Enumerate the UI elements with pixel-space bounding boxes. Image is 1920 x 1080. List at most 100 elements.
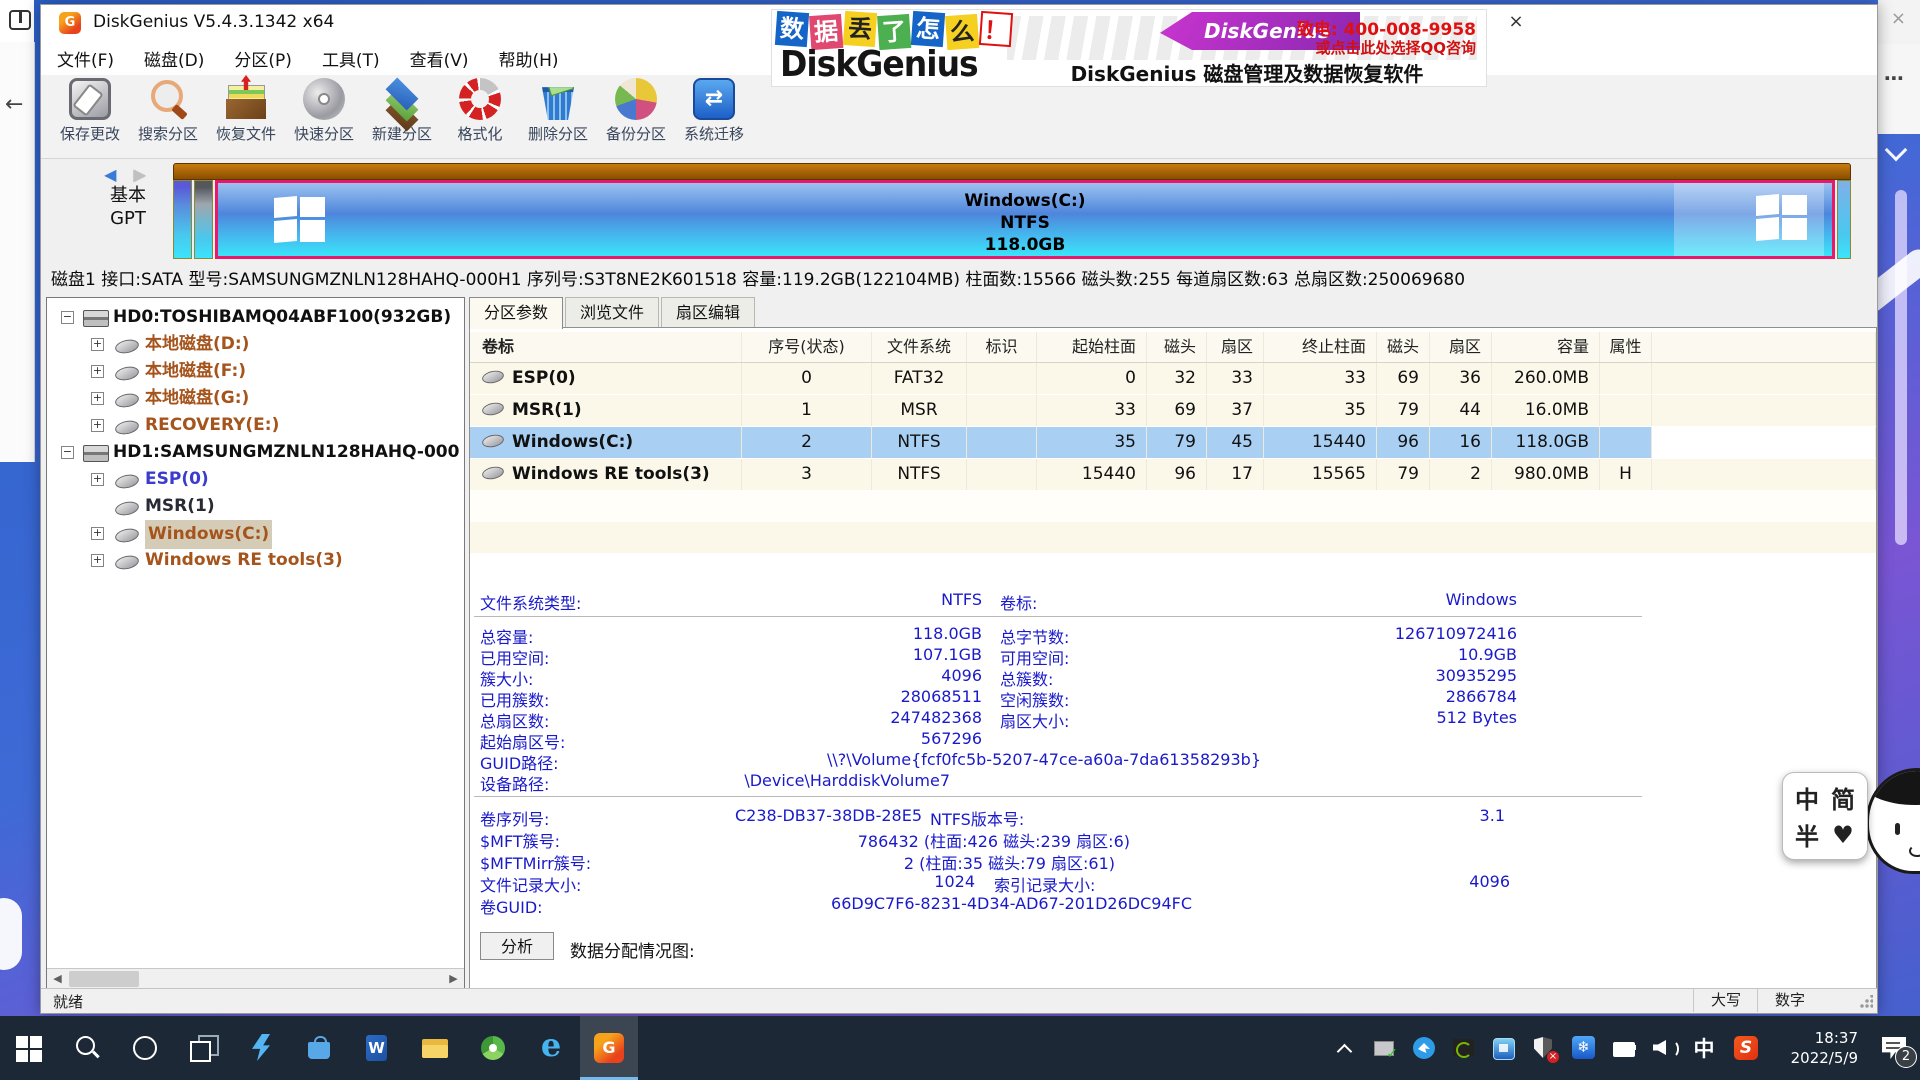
taskbar-item-diskgenius-icon[interactable] <box>580 1016 638 1080</box>
collapse-icon[interactable]: − <box>61 311 74 324</box>
banner-qq-link[interactable]: 或点击此处选择QQ咨询 <box>1315 37 1476 58</box>
taskbar-clock[interactable]: 18:37 2022/5/9 <box>1768 1028 1868 1068</box>
analyze-button[interactable]: 分析 <box>480 932 554 960</box>
partition-block-re-tools[interactable] <box>1837 180 1851 259</box>
action-center-button[interactable]: 2 <box>1868 1016 1920 1080</box>
close-button[interactable]: × <box>1493 5 1539 39</box>
expand-icon[interactable]: + <box>91 392 104 405</box>
toolbar-button-恢复文件[interactable]: 恢复文件 <box>207 78 285 144</box>
taskbar-item-cortana-icon[interactable] <box>116 1016 174 1080</box>
expand-icon[interactable]: + <box>91 473 104 486</box>
partition-block-msr[interactable] <box>194 180 213 259</box>
detail-value: 247482368 <box>480 708 982 727</box>
nvidia-icon <box>1452 1036 1476 1060</box>
background-close-icon[interactable]: × <box>1891 8 1906 29</box>
detail-value: 28068511 <box>480 687 982 706</box>
tray-item-security-shield-icon[interactable] <box>1524 1016 1564 1080</box>
back-arrow-icon[interactable]: ← <box>5 92 23 117</box>
next-disk-icon[interactable]: ▶ <box>134 165 152 184</box>
scroll-left-icon[interactable]: ◀ <box>47 969 68 989</box>
tree-item-label: Windows(C:) <box>145 520 272 549</box>
tree-item-Windows(C:)[interactable]: + Windows(C:) <box>47 520 464 547</box>
tray-item-snowflake-icon[interactable] <box>1564 1016 1604 1080</box>
resize-grip[interactable] <box>1859 995 1873 1009</box>
taskbar-item-file-explorer-icon[interactable] <box>406 1016 464 1080</box>
system-migration-icon <box>693 78 735 120</box>
detail-value: 2 (柱面:35 磁头:79 扇区:61) <box>480 850 1115 874</box>
taskbar-item-browser-360-icon[interactable] <box>464 1016 522 1080</box>
tray-item-intel-graphics-icon[interactable] <box>1484 1016 1524 1080</box>
toolbar-button-系统迁移[interactable]: 系统迁移 <box>675 78 753 144</box>
menu-item[interactable]: 查看(V) <box>410 46 469 71</box>
sogou-tray-item[interactable]: S <box>1724 1016 1768 1080</box>
tree-horizontal-scrollbar[interactable]: ◀ ▶ <box>47 968 464 990</box>
tree-item-本地磁盘(F:)[interactable]: + 本地磁盘(F:) <box>47 358 464 385</box>
toolbar-button-搜索分区[interactable]: 搜索分区 <box>129 78 207 144</box>
disk-icon <box>83 310 109 327</box>
menu-item[interactable]: 工具(T) <box>322 46 380 71</box>
scrollbar-thumb[interactable] <box>69 971 139 987</box>
status-num-label: 数字 <box>1757 989 1822 1012</box>
toolbar-button-新建分区[interactable]: 新建分区 <box>363 78 441 144</box>
detail-value: 4096 <box>994 872 1510 891</box>
tray-item-tray-expand-icon[interactable] <box>1324 1016 1364 1080</box>
expand-icon[interactable]: + <box>91 554 104 567</box>
partition-block-esp[interactable] <box>173 180 192 259</box>
expand-icon[interactable]: + <box>91 338 104 351</box>
partition-block-windows-c[interactable]: Windows(C:) NTFS 118.0GB <box>215 180 1835 259</box>
tray-item-bird-app-icon[interactable] <box>1404 1016 1444 1080</box>
tray-item-printer-icon[interactable] <box>1364 1016 1404 1080</box>
tree-item-本地磁盘(G:)[interactable]: +本地磁盘(G:) <box>47 385 464 412</box>
taskbar-item-search-icon[interactable] <box>58 1016 116 1080</box>
tree-item-label: 本地磁盘(F:) <box>145 358 246 385</box>
tray-item-nvidia-icon[interactable] <box>1444 1016 1484 1080</box>
expand-icon[interactable]: + <box>91 365 104 378</box>
tree-item-HD1:SAMSUNGMZNLN128HAHQ-000[interactable]: −HD1:SAMSUNGMZNLN128HAHQ-000 <box>47 439 464 466</box>
toolbar-button-保存更改[interactable]: 保存更改 <box>51 78 129 144</box>
menu-item[interactable]: 帮助(H) <box>499 46 559 71</box>
background-scrollbar[interactable] <box>1895 190 1907 545</box>
collapse-icon[interactable]: − <box>61 446 74 459</box>
toolbar-button-备份分区[interactable]: 备份分区 <box>597 78 675 144</box>
detail-value: NTFS <box>480 590 982 609</box>
disk-tree: −HD0:TOSHIBAMQ04ABF100(932GB)+本地磁盘(D:)+本… <box>47 298 464 574</box>
taskbar-item-edge-icon[interactable] <box>522 1016 580 1080</box>
taskbar-item-store-icon[interactable] <box>290 1016 348 1080</box>
chevron-down-icon[interactable] <box>1885 139 1908 162</box>
banner-ad[interactable]: 数据丢了怎么！ DiskGenius DiskGenius 致电: 400-00… <box>771 9 1487 87</box>
menu-item[interactable]: 文件(F) <box>57 46 114 71</box>
security-shield-icon <box>1532 1036 1556 1060</box>
diskgenius-window: G DiskGenius V5.4.3.1342 x64 ─ × 文件(F)磁盘… <box>40 4 1878 1014</box>
expand-icon[interactable]: + <box>91 419 104 432</box>
task-view-icon <box>188 1033 218 1063</box>
expand-icon[interactable]: + <box>91 527 104 540</box>
tree-item-本地磁盘(D:)[interactable]: +本地磁盘(D:) <box>47 331 464 358</box>
tree-item-MSR(1)[interactable]: MSR(1) <box>47 493 464 520</box>
taskbar-item-start-icon[interactable] <box>0 1016 58 1080</box>
tray-item-battery-icon[interactable] <box>1604 1016 1644 1080</box>
overflow-dots-icon[interactable]: ⋯ <box>1884 66 1904 90</box>
tab-扇区编辑[interactable]: 扇区编辑 <box>661 297 755 327</box>
tree-item-Windows RE tools(3)[interactable]: +Windows RE tools(3) <box>47 547 464 574</box>
toolbar-button-删除分区[interactable]: 删除分区 <box>519 78 597 144</box>
tray-item-volume-icon[interactable] <box>1644 1016 1684 1080</box>
taskbar-item-thunder-icon[interactable] <box>232 1016 290 1080</box>
tree-item-RECOVERY(E:)[interactable]: +RECOVERY(E:) <box>47 412 464 439</box>
ime-status-panel[interactable]: 中简半♥ <box>1782 772 1868 860</box>
toolbar-button-快速分区[interactable]: 快速分区 <box>285 78 363 144</box>
window-title: DiskGenius V5.4.3.1342 x64 <box>93 12 334 32</box>
word-icon <box>362 1033 392 1063</box>
tab-浏览文件[interactable]: 浏览文件 <box>565 297 659 327</box>
taskbar-item-word-icon[interactable] <box>348 1016 406 1080</box>
menu-item[interactable]: 磁盘(D) <box>144 46 204 71</box>
tab-分区参数[interactable]: 分区参数 <box>469 297 563 329</box>
ime-indicator[interactable]: 中 <box>1684 1016 1724 1080</box>
scroll-right-icon[interactable]: ▶ <box>443 969 464 989</box>
tree-item-HD0:TOSHIBAMQ04ABF100(932GB)[interactable]: −HD0:TOSHIBAMQ04ABF100(932GB) <box>47 304 464 331</box>
tree-item-ESP(0)[interactable]: +ESP(0) <box>47 466 464 493</box>
partition-graphic: Windows(C:) NTFS 118.0GB <box>173 163 1851 259</box>
toolbar-button-格式化[interactable]: 格式化 <box>441 78 519 144</box>
menu-item[interactable]: 分区(P) <box>234 46 292 71</box>
taskbar-item-task-view-icon[interactable] <box>174 1016 232 1080</box>
prev-disk-icon[interactable]: ◀ <box>104 165 122 184</box>
